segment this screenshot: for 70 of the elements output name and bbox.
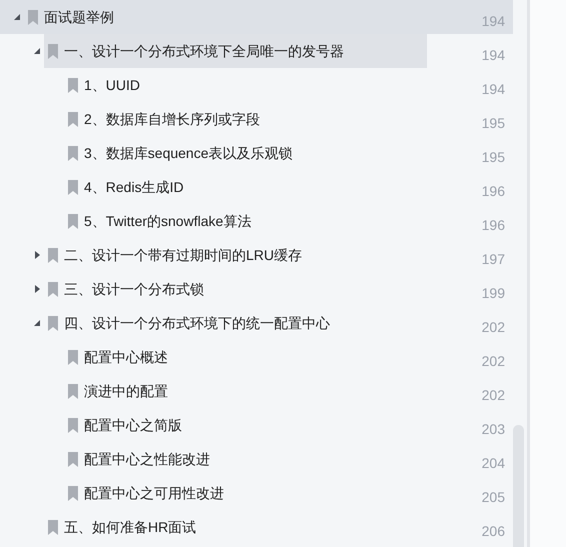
bookmark-title: 配置中心之简版 (84, 416, 182, 434)
bookmark-title: 3、数据库sequence表以及乐观锁 (84, 144, 293, 163)
page-number: 197 (480, 250, 505, 269)
bookmark-title: 四、设计一个分布式环境下的统一配置中心 (64, 314, 330, 332)
bookmark-item[interactable]: 3、数据库sequence表以及乐观锁 (64, 136, 293, 170)
bookmark-icon (68, 350, 78, 364)
page-number: 203 (480, 420, 505, 439)
bookmark-item[interactable]: 四、设计一个分布式环境下的统一配置中心 (44, 306, 330, 340)
page-number: 196 (480, 182, 505, 201)
bookmark-title: 1、UUID (84, 76, 140, 94)
expanded-caret-icon[interactable] (14, 13, 20, 21)
bookmark-title: 5、Twitter的snowflake算法 (84, 212, 252, 230)
bookmark-title: 配置中心之性能改进 (84, 450, 210, 468)
bookmark-item[interactable]: 5、Twitter的snowflake算法 (64, 204, 252, 238)
bookmark-title: 二、设计一个带有过期时间的LRU缓存 (64, 246, 302, 264)
page-number: 196 (480, 216, 505, 235)
bookmark-icon (68, 418, 78, 432)
page-number: 204 (480, 454, 505, 473)
bookmark-icon (48, 282, 58, 296)
bookmark-item[interactable]: 演进中的配置 (64, 374, 168, 408)
selected-bookmark-item[interactable]: 一、设计一个分布式环境下全局唯一的发号器 (44, 34, 427, 68)
bookmark-icon (68, 214, 78, 228)
bookmark-item[interactable]: 二、设计一个带有过期时间的LRU缓存 (44, 238, 302, 272)
bookmark-title: 三、设计一个分布式锁 (64, 280, 204, 298)
bookmark-icon (68, 78, 78, 92)
bookmark-icon (48, 316, 58, 330)
page-number: 194 (480, 46, 505, 65)
bookmark-icon (68, 384, 78, 398)
page-number: 199 (480, 284, 505, 303)
bookmark-icon (48, 248, 58, 262)
bookmark-title: 配置中心概述 (84, 348, 168, 366)
bookmark-icon (68, 180, 78, 194)
bookmark-title: 一、设计一个分布式环境下全局唯一的发号器 (64, 42, 344, 60)
page-number: 202 (480, 318, 505, 337)
collapsed-caret-icon[interactable] (34, 285, 40, 293)
bookmark-title: 演进中的配置 (84, 382, 168, 400)
page-number: 195 (480, 114, 505, 133)
bookmark-icon (68, 452, 78, 466)
bookmark-icon (48, 520, 58, 534)
page-number: 202 (480, 386, 505, 405)
bookmark-item[interactable]: 配置中心之简版 (64, 408, 182, 442)
bookmark-item[interactable]: 4、Redis生成ID (64, 170, 184, 204)
bookmark-item[interactable]: 三、设计一个分布式锁 (44, 272, 204, 306)
bookmark-item[interactable]: 五、如何准备HR面试 (44, 510, 196, 544)
bookmark-title: 面试题举例 (44, 8, 114, 26)
bookmark-item[interactable]: 1、UUID (64, 68, 140, 102)
bookmark-item[interactable]: 配置中心概述 (64, 340, 168, 374)
bookmark-title: 五、如何准备HR面试 (64, 518, 196, 536)
collapsed-caret-icon[interactable] (34, 251, 40, 259)
page-number: 202 (480, 352, 505, 371)
bookmark-title: 2、数据库自增长序列或字段 (84, 110, 260, 128)
page-number: 205 (480, 488, 505, 507)
bookmark-icon (68, 146, 78, 160)
highlighted-row[interactable]: 面试题举例 194 (0, 0, 513, 34)
bookmark-icon (28, 10, 38, 24)
page-number: 194 (480, 80, 505, 99)
bookmark-item[interactable]: 面试题举例 (24, 0, 114, 34)
bookmark-icon (68, 112, 78, 126)
bookmark-title: 4、Redis生成ID (84, 178, 184, 196)
expanded-caret-icon[interactable] (34, 319, 40, 327)
page-number: 194 (480, 12, 505, 31)
page-number: 195 (480, 148, 505, 167)
expanded-caret-icon[interactable] (34, 47, 40, 55)
page-number: 206 (480, 522, 505, 541)
bookmark-icon (48, 44, 58, 58)
bookmark-icon (68, 486, 78, 500)
bookmark-title: 配置中心之可用性改进 (84, 484, 224, 502)
bookmark-item[interactable]: 配置中心之性能改进 (64, 442, 210, 476)
bookmark-item[interactable]: 配置中心之可用性改进 (64, 476, 224, 510)
bookmark-item[interactable]: 2、数据库自增长序列或字段 (64, 102, 260, 136)
